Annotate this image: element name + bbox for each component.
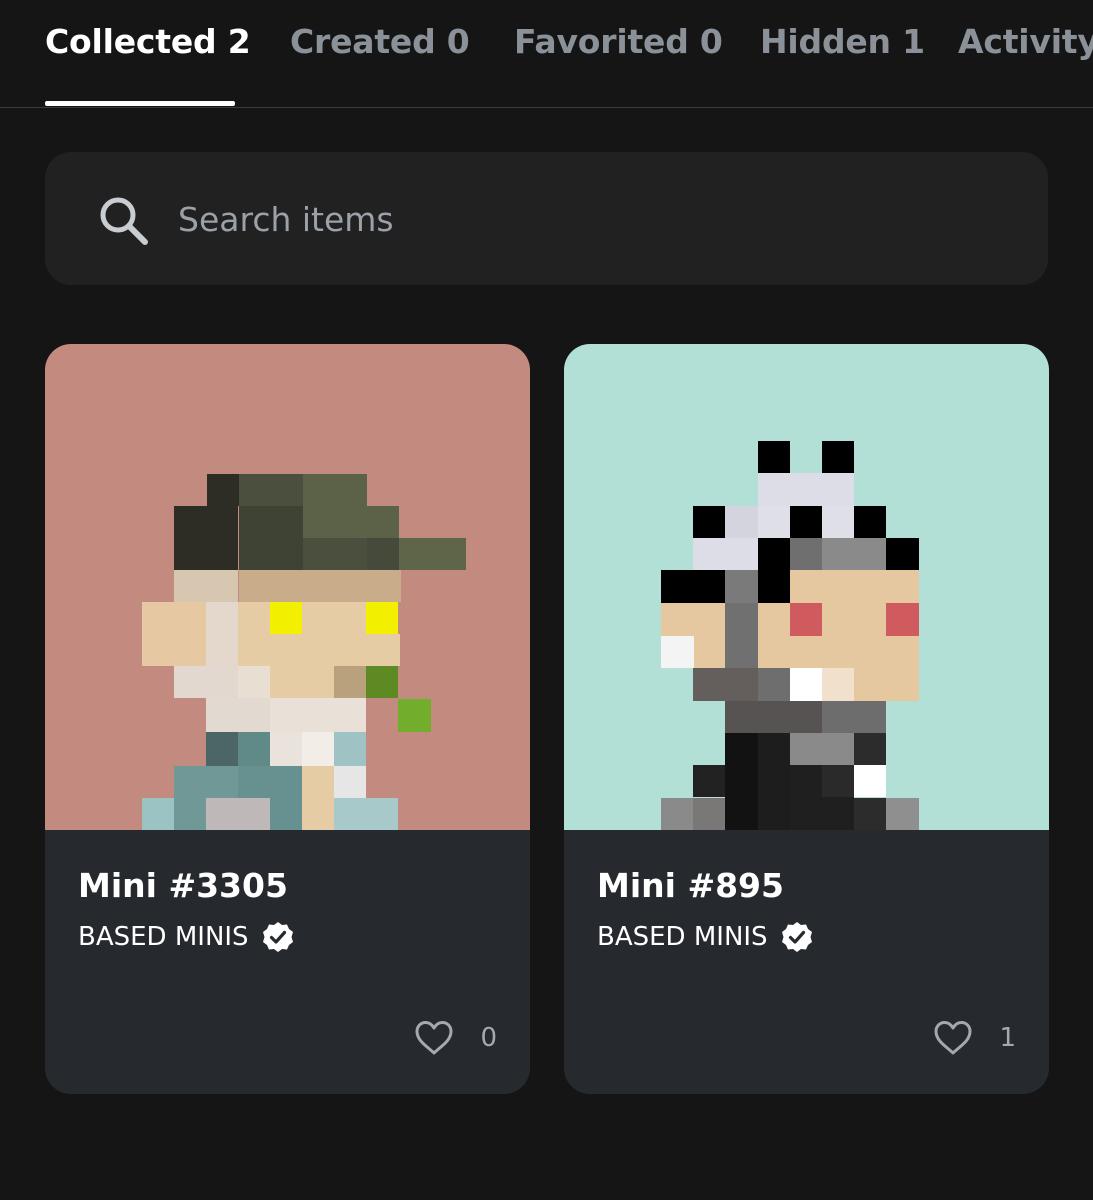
collection-label[interactable]: BASED MINIS <box>597 922 768 952</box>
like-count: 1 <box>999 1023 1016 1053</box>
like-count: 0 <box>480 1023 497 1053</box>
profile-tabs: Collected 2 Created 0 Favorited 0 Hidden… <box>0 0 1093 108</box>
profile-items-page: Collected 2 Created 0 Favorited 0 Hidden… <box>0 0 1093 1200</box>
tab-favorited[interactable]: Favorited 0 <box>514 22 723 61</box>
item-card-mini-895[interactable]: Mini #895 BASED MINIS 1 <box>564 344 1049 1094</box>
nft-image-mini-895[interactable] <box>564 344 1049 830</box>
verified-badge-icon <box>262 922 293 952</box>
tab-activity[interactable]: Activity <box>958 22 1093 61</box>
heart-icon[interactable] <box>414 1020 454 1056</box>
search-icon[interactable] <box>96 193 150 247</box>
collection-name[interactable]: BASED MINIS <box>78 920 295 954</box>
collection-label[interactable]: BASED MINIS <box>78 922 249 952</box>
item-title[interactable]: Mini #3305 <box>78 866 288 905</box>
tab-collected[interactable]: Collected 2 <box>45 22 251 61</box>
like-counter[interactable]: 1 <box>933 1020 1016 1056</box>
like-counter[interactable]: 0 <box>414 1020 497 1056</box>
tab-created[interactable]: Created 0 <box>290 22 470 61</box>
collection-name[interactable]: BASED MINIS <box>597 920 814 954</box>
search-input[interactable] <box>178 192 1008 246</box>
nft-image-mini-3305[interactable] <box>45 344 530 830</box>
active-tab-indicator <box>45 101 235 106</box>
verified-badge-icon <box>781 922 812 952</box>
item-title[interactable]: Mini #895 <box>597 866 784 905</box>
item-card-mini-3305[interactable]: Mini #3305 BASED MINIS 0 <box>45 344 530 1094</box>
tab-hidden[interactable]: Hidden 1 <box>760 22 925 61</box>
heart-icon[interactable] <box>933 1020 973 1056</box>
